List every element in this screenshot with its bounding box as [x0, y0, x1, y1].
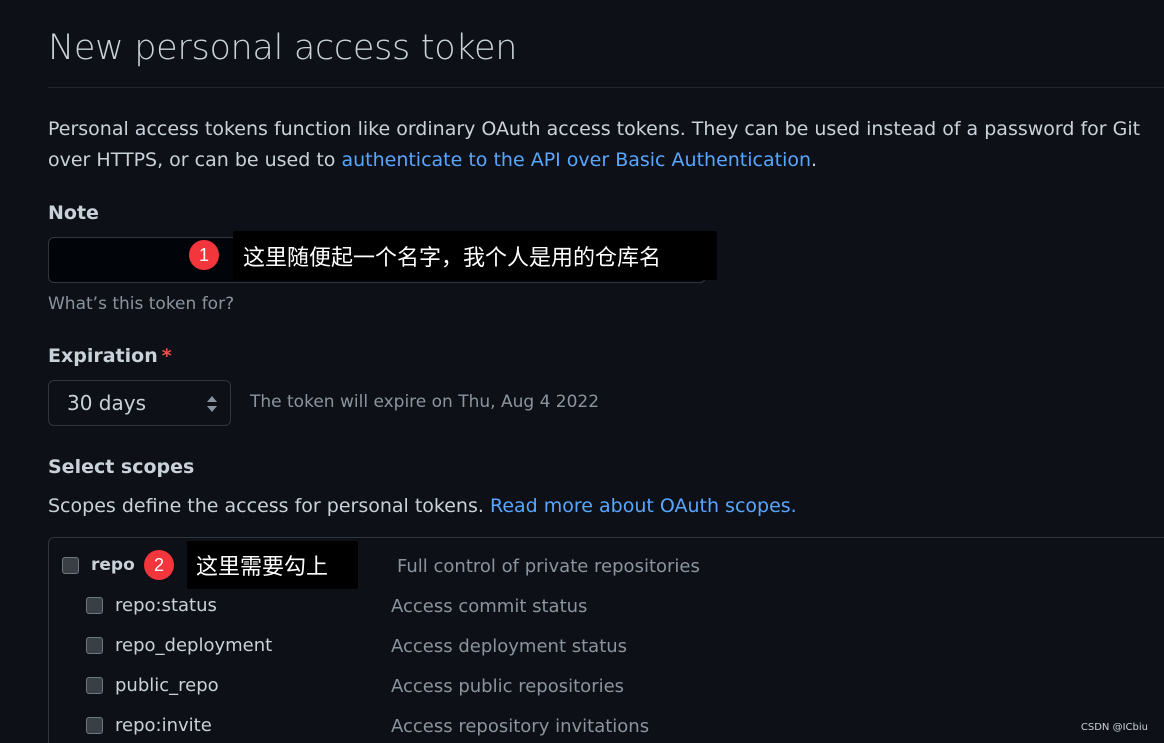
note-hint: What’s this token for?: [48, 294, 235, 314]
scope-desc-public-repo: Access public repositories: [391, 676, 625, 697]
scope-row-repo-invite: repo:invite: [86, 715, 212, 736]
public-repo-checkbox[interactable]: [86, 677, 103, 694]
scope-name-repo-deployment: repo_deployment: [115, 635, 273, 656]
expiration-label-text: Expiration: [48, 345, 158, 367]
scope-desc-repo-deployment: Access deployment status: [391, 636, 628, 657]
scopes-heading: Select scopes: [48, 456, 195, 478]
annotation-badge-1: 1: [189, 240, 219, 270]
annotation-callout-1: 这里随便起一个名字，我个人是用的仓库名: [233, 231, 717, 280]
expiration-select[interactable]: 30 days: [48, 380, 231, 426]
scope-desc-repo-invite: Access repository invitations: [391, 716, 650, 737]
select-arrows-icon: [207, 396, 217, 412]
expiration-info: The token will expire on Thu, Aug 4 2022: [250, 392, 600, 412]
divider: [48, 87, 1164, 88]
note-label: Note: [48, 202, 99, 224]
scope-name-repo: repo: [91, 555, 135, 575]
scopes-desc-text: Scopes define the access for personal to…: [48, 495, 490, 517]
scope-desc-repo: Full control of private repositories: [397, 556, 700, 577]
scope-row-repo-status: repo:status: [86, 595, 217, 616]
basic-auth-link[interactable]: authenticate to the API over Basic Authe…: [341, 149, 811, 171]
intro-end: .: [811, 149, 818, 171]
scope-row-repo-deployment: repo_deployment: [86, 635, 272, 656]
repo-invite-checkbox[interactable]: [86, 717, 103, 734]
scope-name-repo-invite: repo:invite: [115, 715, 212, 736]
annotation-callout-2: 这里需要勾上: [187, 541, 358, 589]
scope-row-public-repo: public_repo: [86, 675, 219, 696]
oauth-scopes-link[interactable]: Read more about OAuth scopes.: [490, 495, 797, 517]
scope-row-repo: repo: [62, 555, 135, 575]
page-title: New personal access token: [48, 28, 518, 68]
scope-name-public-repo: public_repo: [115, 675, 219, 696]
annotation-text-1: 这里随便起一个名字，我个人是用的仓库名: [243, 245, 662, 271]
annotation-text-2: 这里需要勾上: [196, 555, 329, 580]
scope-desc-repo-status: Access commit status: [391, 596, 588, 617]
required-mark: *: [161, 345, 172, 367]
watermark: CSDN @ICbiu: [1080, 722, 1148, 733]
annotation-badge-2: 2: [144, 550, 174, 580]
repo-deployment-checkbox[interactable]: [86, 637, 103, 654]
expiration-label: Expiration *: [48, 345, 172, 367]
repo-checkbox[interactable]: [62, 556, 79, 574]
page: New personal access token Personal acces…: [0, 0, 1164, 743]
intro-text: Personal access tokens function like ord…: [48, 114, 1158, 176]
scopes-desc: Scopes define the access for personal to…: [48, 495, 797, 517]
expiration-selected-value: 30 days: [67, 391, 147, 415]
repo-status-checkbox[interactable]: [86, 597, 103, 614]
scope-name-repo-status: repo:status: [115, 595, 217, 616]
